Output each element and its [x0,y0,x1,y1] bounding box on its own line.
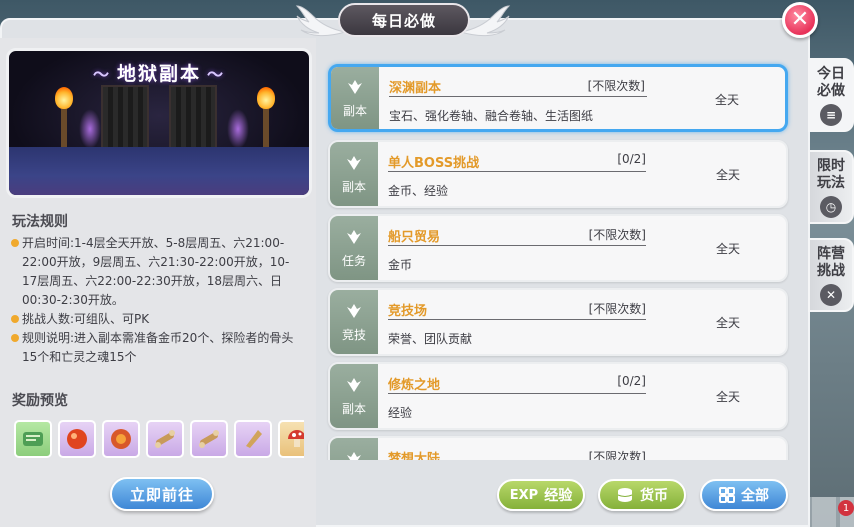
reward-heading: 奖励预览 [12,393,68,409]
green-scroll-icon[interactable] [14,420,52,458]
activity-limit: [不限次数] [588,450,646,460]
activity-name: 竞技场 [388,304,428,319]
mushroom-icon[interactable] [278,420,304,458]
purple-glow [79,109,101,149]
activity-rewards: 荣誉、团队贡献 [388,332,473,346]
rules-list: 开启时间:1-4层全天开放、5-8层周五、六21:00-22:00开放，9层周五… [10,234,300,367]
divider [388,245,646,246]
activity-tag: 副本 [330,364,378,428]
horn-icon[interactable] [234,420,272,458]
activity-name: 深渊副本 [389,81,442,96]
activity-row[interactable]: 副本 深渊副本 [不限次数] 宝石、强化卷轴、融合卷轴、生活图纸 全天 [328,64,788,132]
bullet-icon [11,239,19,247]
activity-tag: 副本 [331,67,379,129]
clock-icon: ◷ [820,196,842,218]
activity-limit: [0/2] [617,374,646,388]
activity-tag: 竞技 [330,290,378,354]
activity-name: 梦想大陆 [388,452,441,460]
activity-time: 全天 [715,242,740,256]
rule-item: 挑战人数:可组队、可PK [10,310,300,329]
close-button[interactable]: ✕ [782,2,818,38]
close-icon: ✕ [790,7,810,32]
wing-emblem-icon [347,155,361,170]
activity-time: 全天 [714,93,739,107]
purple-glow [227,109,249,149]
activity-rewards: 金币、经验 [388,184,449,198]
activity-limit: [不限次数] [587,79,645,93]
activity-limit: [0/2] [617,152,646,166]
crossed-swords-icon: ✕ [820,284,842,306]
bullet-icon [11,334,19,342]
activity-time: 全天 [715,316,740,330]
rule-item: 开启时间:1-4层全天开放、5-8层周五、六21:00-22:00开放，9层周五… [10,234,300,310]
gate-door [169,85,217,155]
all-filter-button[interactable]: 全部 [700,479,788,511]
gate-door [101,85,149,155]
swirl-icon: 〜 [92,65,111,84]
wing-emblem-icon [347,303,361,318]
activity-row[interactable]: 副本 梦想大陆 [不限次数] [328,436,788,460]
activity-row[interactable]: 任务 船只贸易 [不限次数] 金币 全天 [328,214,788,282]
coin-stack-icon [617,488,633,502]
activity-tag: 副本 [330,438,378,460]
rule-item: 规则说明:进入副本需准备金币20个、探险者的骨头15个和亡灵之魂15个 [10,329,300,367]
divider [388,319,646,320]
activity-row[interactable]: 副本 单人BOSS挑战 [0/2] 金币、经验 全天 [328,140,788,208]
bone-scroll-icon[interactable] [146,420,184,458]
wing-emblem-icon [347,377,361,392]
activity-rewards: 金币 [388,258,413,272]
activity-row[interactable]: 副本 修炼之地 [0/2] 经验 全天 [328,362,788,430]
window-title: 每日必做 [338,3,470,37]
bullet-icon [11,315,19,323]
dungeon-floor [9,147,309,195]
bone-scroll-icon[interactable] [190,420,228,458]
notification-badge: 1 [838,500,854,516]
activity-tag: 副本 [330,142,378,206]
divider [388,393,646,394]
activity-name: 单人BOSS挑战 [388,156,480,171]
dungeon-banner: 〜地狱副本〜 [6,48,312,198]
activity-rewards: 宝石、强化卷轴、融合卷轴、生活图纸 [389,109,594,123]
exp-filter-button[interactable]: EXP 经验 [497,479,585,511]
activity-time: 全天 [715,168,740,182]
activity-name: 修炼之地 [388,378,441,393]
divider [389,96,647,97]
grid-icon [719,487,735,503]
wing-emblem-icon [348,79,362,94]
activity-list: 副本 深渊副本 [不限次数] 宝石、强化卷轴、融合卷轴、生活图纸 全天 副本 单… [318,48,806,460]
divider [388,171,646,172]
tab-limited-time[interactable]: 限时 玩法 ◷ [808,150,854,224]
stack-icon: ≡ [820,104,842,126]
tab-daily[interactable]: 今日 必做 ≡ [808,58,854,132]
go-now-button[interactable]: 立即前往 [110,477,214,511]
rules-heading: 玩法规则 [12,214,68,230]
activity-time: 全天 [715,390,740,404]
activity-limit: [不限次数] [588,302,646,316]
dungeon-title: 〜地狱副本〜 [92,63,226,85]
activity-row[interactable]: 竞技 竞技场 [不限次数] 荣誉、团队贡献 全天 [328,288,788,356]
red-orb-icon[interactable] [58,420,96,458]
swirl-icon: 〜 [207,65,226,84]
wing-emblem-icon [347,451,361,460]
dungeon-detail: 〜地狱副本〜 玩法规则 开启时间:1-4层全天开放、5-8层周五、六21:00-… [0,38,316,527]
exp-icon: EXP [509,487,539,503]
activity-limit: [不限次数] [588,228,646,242]
tab-faction[interactable]: 阵营 挑战 ✕ [808,238,854,312]
reward-preview-row [14,420,304,458]
activity-rewards: 经验 [388,406,413,420]
fire-orb-icon[interactable] [102,420,140,458]
currency-filter-button[interactable]: 货币 [598,479,686,511]
wing-emblem-icon [347,229,361,244]
activity-name: 船只贸易 [388,230,441,245]
activity-tag: 任务 [330,216,378,280]
